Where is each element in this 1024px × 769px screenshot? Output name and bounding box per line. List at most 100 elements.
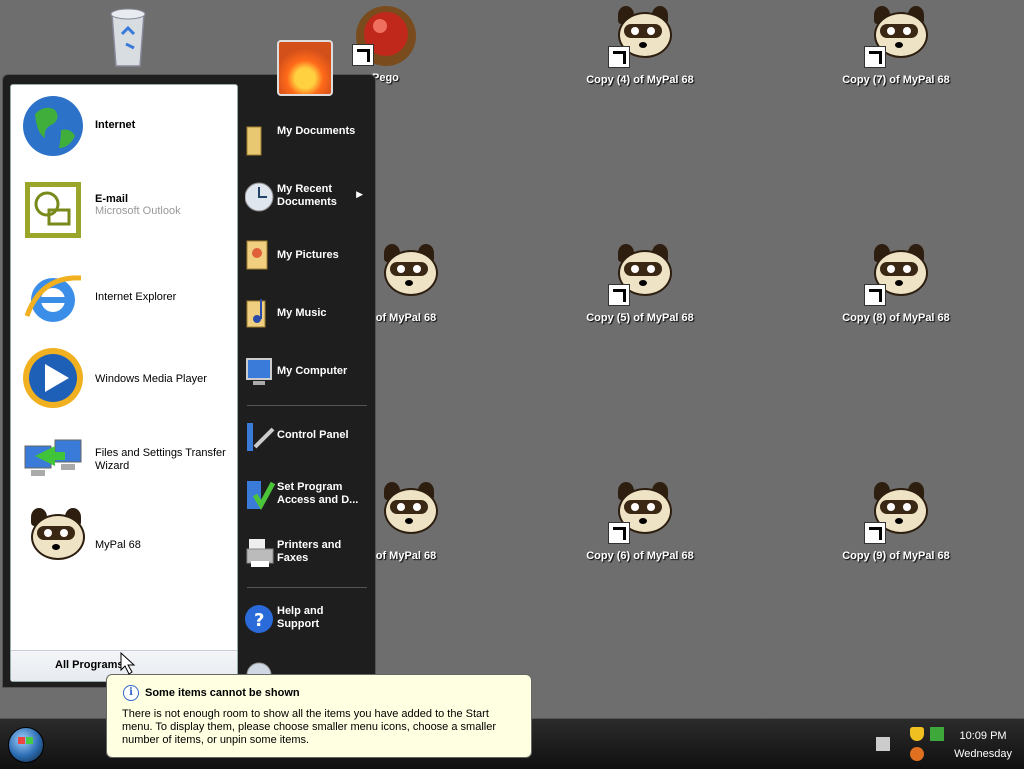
submenu-arrow-icon: ▶ — [356, 189, 363, 199]
places-item-my-recent-documents[interactable]: My Recent Documents ▶ — [241, 169, 371, 225]
red-ball-icon — [352, 2, 416, 66]
pinned-item-internet[interactable]: Internet — [17, 91, 235, 161]
places-item-control-panel[interactable]: Control Panel — [241, 409, 371, 465]
places-item-label: My Recent Documents — [277, 183, 337, 208]
mouse-cursor-icon — [120, 652, 136, 675]
shortcut-arrow-icon — [864, 522, 886, 544]
shortcut-arrow-icon — [352, 44, 374, 66]
balloon-body: There is not enough room to show all the… — [122, 708, 496, 746]
desktop-icon-label: Copy (4) of MyPal 68 — [586, 74, 694, 86]
clock-time: 10:09 PM — [959, 730, 1007, 742]
outlook-icon — [21, 178, 85, 242]
transfer-wizard-icon — [21, 426, 85, 490]
control-panel-icon — [245, 417, 277, 455]
separator — [247, 405, 367, 406]
places-item-label: My Computer — [277, 365, 348, 377]
user-picture[interactable] — [277, 40, 333, 96]
raccoon-icon — [864, 480, 928, 544]
music-icon — [245, 293, 277, 331]
shortcut-arrow-icon — [864, 46, 886, 68]
desktop-icon-recycle-bin[interactable] — [68, 4, 188, 68]
desktop-icon-copy4[interactable]: Copy (4) of MyPal 68 — [580, 4, 700, 86]
recent-item-mypal[interactable]: MyPal 68 — [17, 503, 235, 573]
balloon-title: Some items cannot be shown — [145, 687, 300, 699]
places-item-my-music[interactable]: My Music — [241, 285, 371, 341]
clock-day: Wednesday — [954, 748, 1012, 760]
desktop-icon-copy7[interactable]: Copy (7) of MyPal 68 — [836, 4, 956, 86]
set-program-icon — [245, 475, 277, 513]
network-icon[interactable] — [930, 727, 944, 741]
desktop-icon-copy8[interactable]: Copy (8) of MyPal 68 — [836, 242, 956, 324]
media-player-icon — [21, 346, 85, 410]
raccoon-icon — [608, 4, 672, 68]
desktop-icon-label: Copy (7) of MyPal 68 — [842, 74, 950, 86]
start-menu: Internet E-mail Microsoft Outlook Intern… — [2, 74, 376, 688]
recent-item-transfer-wizard[interactable]: Files and Settings Transfer Wizard — [17, 423, 235, 493]
places-item-label: Set Program Access and D... — [277, 481, 359, 506]
recent-item-internet-explorer[interactable]: Internet Explorer — [17, 263, 235, 333]
places-item-my-computer[interactable]: My Computer — [241, 343, 371, 399]
places-item-label: Printers and Faxes — [277, 539, 342, 564]
raccoon-icon — [864, 242, 928, 306]
desktop-icon-copy6[interactable]: Copy (6) of MyPal 68 — [580, 480, 700, 562]
folder-icon — [245, 119, 277, 157]
places-item-printers-and-faxes[interactable]: Printers and Faxes — [241, 525, 371, 581]
places-item-label: Help and Support — [277, 605, 324, 630]
taskbar-clock[interactable]: 10:09 PM Wednesday — [954, 727, 1012, 763]
raccoon-icon — [21, 506, 85, 570]
pinned-item-email[interactable]: E-mail Microsoft Outlook — [17, 175, 235, 245]
places-item-set-program-access[interactable]: Set Program Access and D... — [241, 467, 371, 523]
desktop-icon-label: Copy (8) of MyPal 68 — [842, 312, 950, 324]
desktop-icon-copy5[interactable]: Copy (5) of MyPal 68 — [580, 242, 700, 324]
desktop-icon-label: Copy (6) of MyPal 68 — [586, 550, 694, 562]
pinned-item-label: E-mail — [95, 193, 129, 205]
recent-item-label: Windows Media Player — [95, 373, 207, 385]
desktop-icon-label: Copy (9) of MyPal 68 — [842, 550, 950, 562]
pinned-item-label: Internet — [95, 119, 136, 131]
places-item-help-and-support[interactable]: ? Help and Support — [241, 591, 371, 647]
desktop-icon-label: Copy (5) of MyPal 68 — [586, 312, 694, 324]
desktop-icon-copy9[interactable]: Copy (9) of MyPal 68 — [836, 480, 956, 562]
raccoon-icon — [608, 480, 672, 544]
places-item-label: My Documents — [277, 125, 356, 137]
svg-text:?: ? — [254, 610, 264, 631]
help-icon: ? — [245, 599, 277, 637]
recent-item-label: Internet Explorer — [95, 291, 177, 303]
places-item-my-documents[interactable]: My Documents — [241, 111, 371, 167]
ie-icon — [21, 266, 85, 330]
pinned-item-sub: Microsoft Outlook — [95, 205, 181, 217]
raccoon-icon — [608, 242, 672, 306]
recent-item-label: MyPal 68 — [95, 539, 141, 551]
shortcut-arrow-icon — [864, 284, 886, 306]
raccoon-icon — [374, 480, 438, 544]
places-item-label: My Pictures — [277, 249, 339, 261]
computer-icon — [245, 351, 277, 389]
recent-item-windows-media-player[interactable]: Windows Media Player — [17, 343, 235, 413]
security-shield-icon[interactable] — [910, 727, 924, 741]
separator — [247, 587, 367, 588]
shortcut-arrow-icon — [608, 284, 630, 306]
all-programs-label: All Programs — [55, 659, 124, 671]
places-item-label: Control Panel — [277, 429, 349, 441]
search-icon[interactable] — [910, 747, 924, 761]
shortcut-arrow-icon — [608, 46, 630, 68]
pinned-item-text: E-mail Microsoft Outlook — [95, 193, 181, 217]
start-menu-programs-pane: Internet E-mail Microsoft Outlook Intern… — [10, 84, 238, 682]
places-item-my-pictures[interactable]: My Pictures — [241, 227, 371, 283]
desktop-icon-pego[interactable]: Pego — [324, 2, 444, 84]
recent-item-label: Files and Settings Transfer Wizard — [95, 447, 226, 472]
shortcut-arrow-icon — [608, 522, 630, 544]
keyboard-icon[interactable] — [876, 737, 890, 751]
raccoon-icon — [374, 242, 438, 306]
start-menu-places-pane: My Documents My Recent Documents ▶ My Pi… — [241, 75, 371, 681]
clock-icon — [244, 177, 277, 215]
places-item-label: My Music — [277, 307, 327, 319]
info-icon: i — [123, 685, 139, 701]
recycle-bin-icon — [96, 4, 160, 68]
globe-icon — [21, 94, 85, 158]
notification-balloon[interactable]: i Some items cannot be shown There is no… — [106, 674, 532, 758]
start-button[interactable] — [8, 727, 44, 763]
printer-icon — [245, 533, 277, 571]
pictures-icon — [245, 235, 277, 273]
raccoon-icon — [864, 4, 928, 68]
